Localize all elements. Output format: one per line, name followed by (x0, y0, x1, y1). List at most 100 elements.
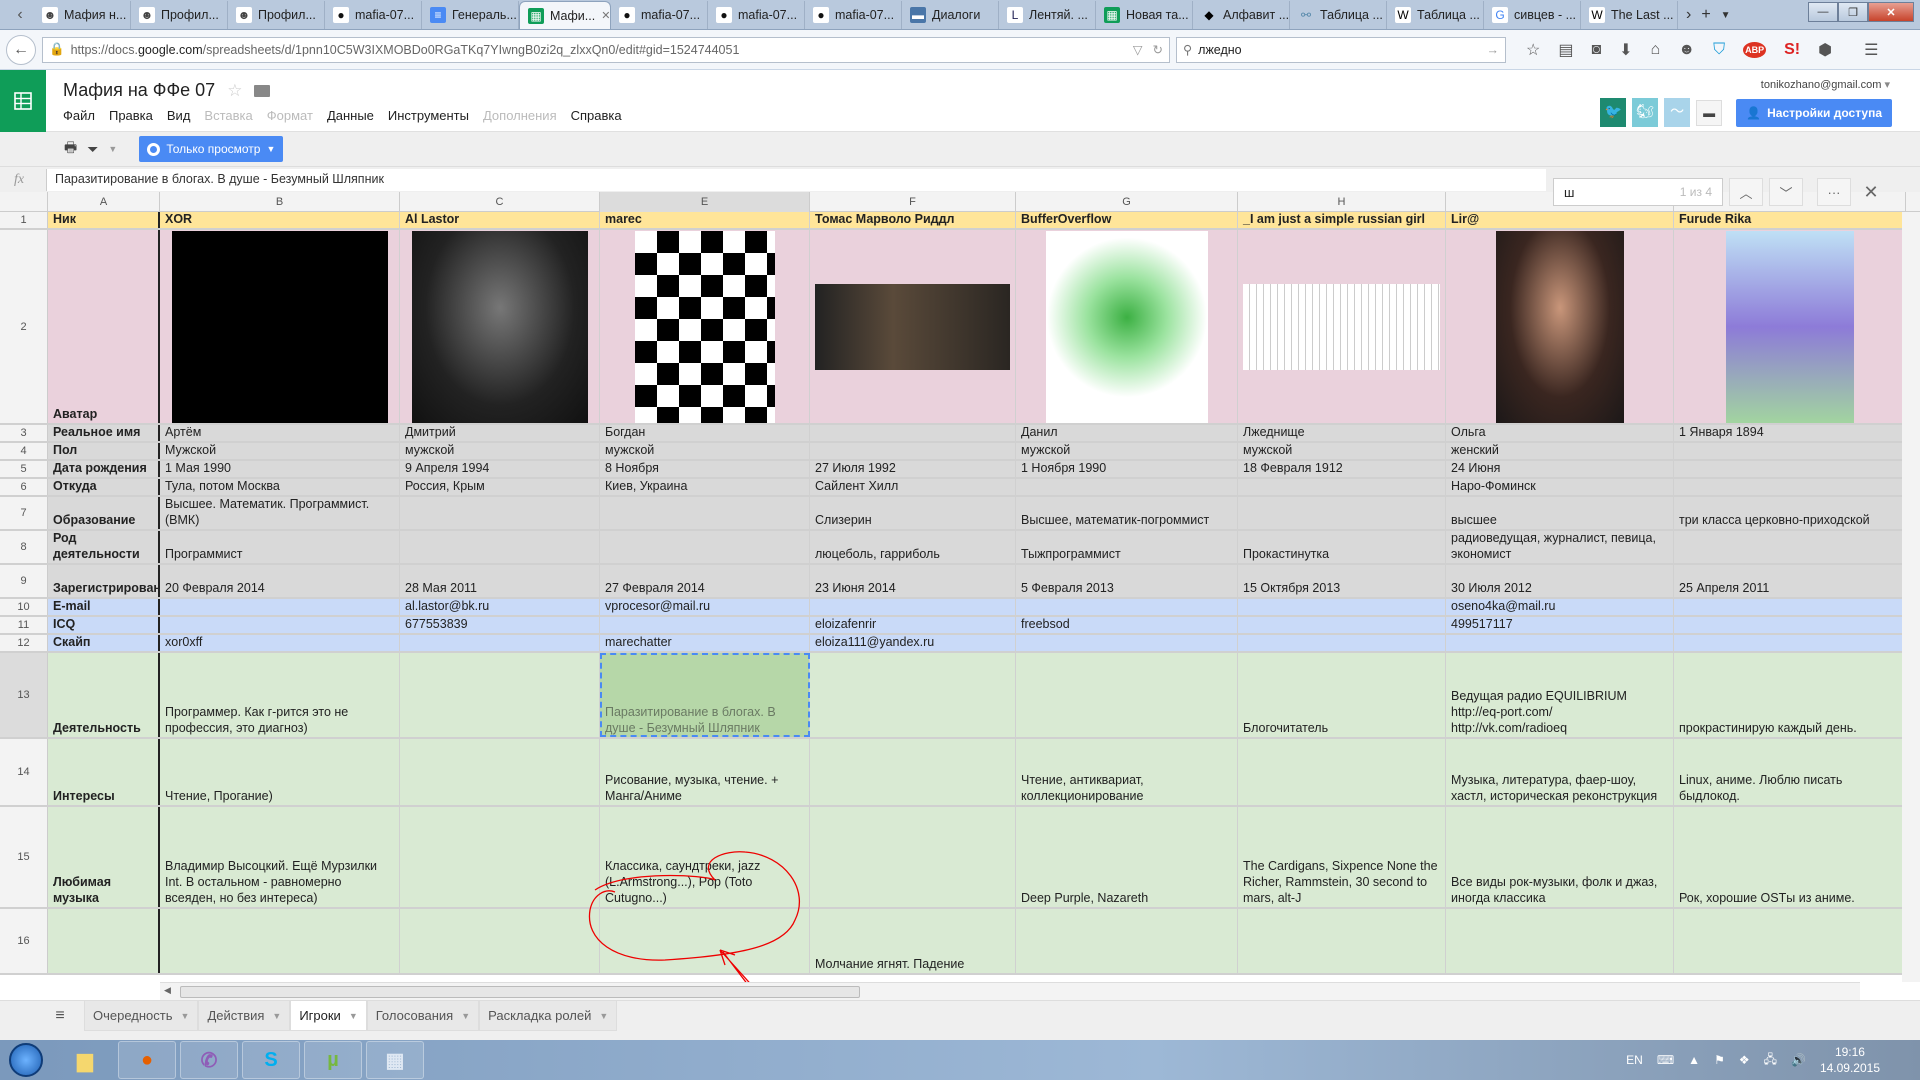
collaborator-avatar-bird[interactable]: 🐦 (1600, 98, 1627, 127)
cell[interactable] (1446, 635, 1674, 651)
cell[interactable] (1446, 909, 1674, 973)
column-header[interactable]: F (810, 192, 1016, 212)
cell[interactable]: Киев, Украина (600, 479, 810, 495)
cell[interactable]: Рисование, музыка, чтение. + Манга/Аниме (600, 739, 810, 805)
browser-tab[interactable]: ● mafia-07... (805, 1, 902, 29)
cell[interactable]: 20 Февраля 2014 (160, 565, 400, 597)
window-close-button[interactable]: ✕ (1868, 2, 1914, 22)
vertical-scrollbar[interactable] (1902, 212, 1920, 982)
cell[interactable] (400, 635, 600, 651)
tab-close-icon[interactable]: ✕ (601, 9, 610, 22)
cell[interactable] (1674, 617, 1906, 633)
browser-tab[interactable]: ● mafia-07... (325, 1, 422, 29)
menu-item[interactable]: Файл (63, 108, 95, 123)
cell[interactable]: 1 Мая 1990 (160, 461, 400, 477)
cell[interactable]: Музыка, литература, фаер-шоу, хастл, ист… (1446, 739, 1674, 805)
cell[interactable]: 5 Февраля 2013 (1016, 565, 1238, 597)
skype-icon[interactable]: S (242, 1041, 300, 1079)
collaborator-avatar-snake[interactable]: 〜 (1664, 98, 1691, 127)
cell[interactable] (1016, 479, 1238, 495)
cell[interactable]: Паразитирование в блогах. В душе - Безум… (600, 653, 810, 737)
action-center-flag-icon[interactable]: ⚑ (1714, 1053, 1725, 1067)
row-label-cell[interactable]: E-mail (48, 599, 160, 615)
cell[interactable]: marec (600, 212, 810, 228)
cell[interactable] (600, 497, 810, 529)
sheet-tab-dropdown-icon[interactable]: ▼ (599, 1011, 608, 1021)
folder-icon[interactable] (254, 84, 271, 97)
back-button[interactable]: ← (6, 34, 36, 65)
cell[interactable]: al.lastor@bk.ru (400, 599, 600, 615)
sheet-tab-dropdown-icon[interactable]: ▼ (272, 1011, 281, 1021)
cell[interactable]: 9 Апреля 1994 (400, 461, 600, 477)
document-title[interactable]: Мафия на ФФе 07 (63, 80, 215, 101)
browser-tab[interactable]: ▦ Мафи... ✕ (519, 1, 611, 29)
cell[interactable]: Мужской (160, 443, 400, 459)
cell[interactable]: Linux, аниме. Люблю писать быдлокод. (1674, 739, 1906, 805)
sheet-tab[interactable]: Действия ▼ (198, 1001, 291, 1031)
cell[interactable]: Данил (1016, 425, 1238, 441)
cell[interactable]: Тула, потом Москва (160, 479, 400, 495)
cell[interactable] (600, 617, 810, 633)
cell[interactable]: Чтение, Прогание) (160, 739, 400, 805)
cell[interactable]: радиоведущая, журналист, певица, экономи… (1446, 531, 1674, 563)
reload-icon[interactable]: ↻ (1153, 42, 1163, 57)
browser-tab[interactable]: ≡ Генераль... (422, 1, 519, 29)
cell[interactable] (400, 531, 600, 563)
row-label-cell[interactable]: Реальное имя (48, 425, 160, 441)
cell[interactable] (1016, 909, 1238, 973)
cell[interactable] (810, 230, 1016, 423)
row-number[interactable]: 5 (0, 461, 48, 477)
browser-tab[interactable]: W The Last ... (1581, 1, 1678, 29)
cell[interactable]: мужской (400, 443, 600, 459)
file-explorer-icon[interactable]: ▆ (56, 1041, 114, 1079)
cell[interactable] (160, 909, 400, 973)
collaborator-avatar-squirrel[interactable]: 🐿 (1632, 98, 1659, 127)
cell[interactable] (1674, 461, 1906, 477)
network-icon[interactable]: 🖧 (1764, 1050, 1777, 1071)
cell[interactable]: Классика, саундтреки, jazz (L.Armstrong.… (600, 807, 810, 907)
cell[interactable]: Томас Марволо Риддл (810, 212, 1016, 228)
account-dropdown-icon[interactable]: ▾ (1884, 79, 1890, 91)
row-number[interactable]: 10 (0, 599, 48, 615)
row-label-cell[interactable] (48, 909, 160, 973)
row-label-cell[interactable]: Дата рождения (48, 461, 160, 477)
row-label-cell[interactable]: Откуда (48, 479, 160, 495)
cell[interactable]: 15 Октября 2013 (1238, 565, 1446, 597)
filter-icon[interactable]: ⏷ (87, 141, 98, 158)
downloads-icon[interactable]: ⬇ (1619, 40, 1632, 60)
cell[interactable] (1016, 653, 1238, 737)
row-label-cell[interactable]: Деятельность (48, 653, 160, 737)
cell[interactable]: Слизерин (810, 497, 1016, 529)
row-number[interactable]: 6 (0, 479, 48, 495)
cell[interactable]: eloiza111@yandex.ru (810, 635, 1016, 651)
cell[interactable]: Рок, хорошие OSTы из аниме. (1674, 807, 1906, 907)
sheet-tab[interactable]: Голосования ▼ (366, 1001, 480, 1031)
keyboard-icon[interactable]: ⌨ (1657, 1053, 1674, 1067)
cell[interactable] (600, 909, 810, 973)
cell[interactable]: 18 Февраля 1912 (1238, 461, 1446, 477)
cell[interactable] (1238, 617, 1446, 633)
comments-button[interactable]: ▬ (1696, 99, 1723, 126)
cell[interactable]: Сайлент Хилл (810, 479, 1016, 495)
cell[interactable] (1238, 479, 1446, 495)
cell[interactable] (1674, 599, 1906, 615)
cell[interactable]: Lir@ (1446, 212, 1674, 228)
cell[interactable] (1446, 230, 1674, 423)
star-icon[interactable]: ☆ (227, 81, 242, 101)
row-number[interactable]: 2 (0, 230, 48, 423)
cell[interactable]: Ольга (1446, 425, 1674, 441)
row-label-cell[interactable]: Любимая музыка (48, 807, 160, 907)
cell[interactable]: 27 Июля 1992 (810, 461, 1016, 477)
column-header[interactable]: C (400, 192, 600, 212)
s-extension-icon[interactable]: S! (1784, 41, 1800, 59)
menu-item[interactable]: Справка (571, 108, 622, 123)
browser-tab[interactable]: ⚯ Таблица ... (1290, 1, 1387, 29)
menu-item[interactable]: Данные (327, 108, 374, 123)
scroll-left-arrow[interactable]: ◀ (164, 985, 171, 996)
cell[interactable] (1674, 479, 1906, 495)
new-tab-button[interactable]: + (1701, 6, 1710, 24)
cell[interactable] (810, 807, 1016, 907)
cell[interactable]: Владимир Высоцкий. Ещё Мурзилки Int. В о… (160, 807, 400, 907)
cell[interactable] (400, 653, 600, 737)
row-label-cell[interactable]: Аватар (48, 230, 160, 423)
